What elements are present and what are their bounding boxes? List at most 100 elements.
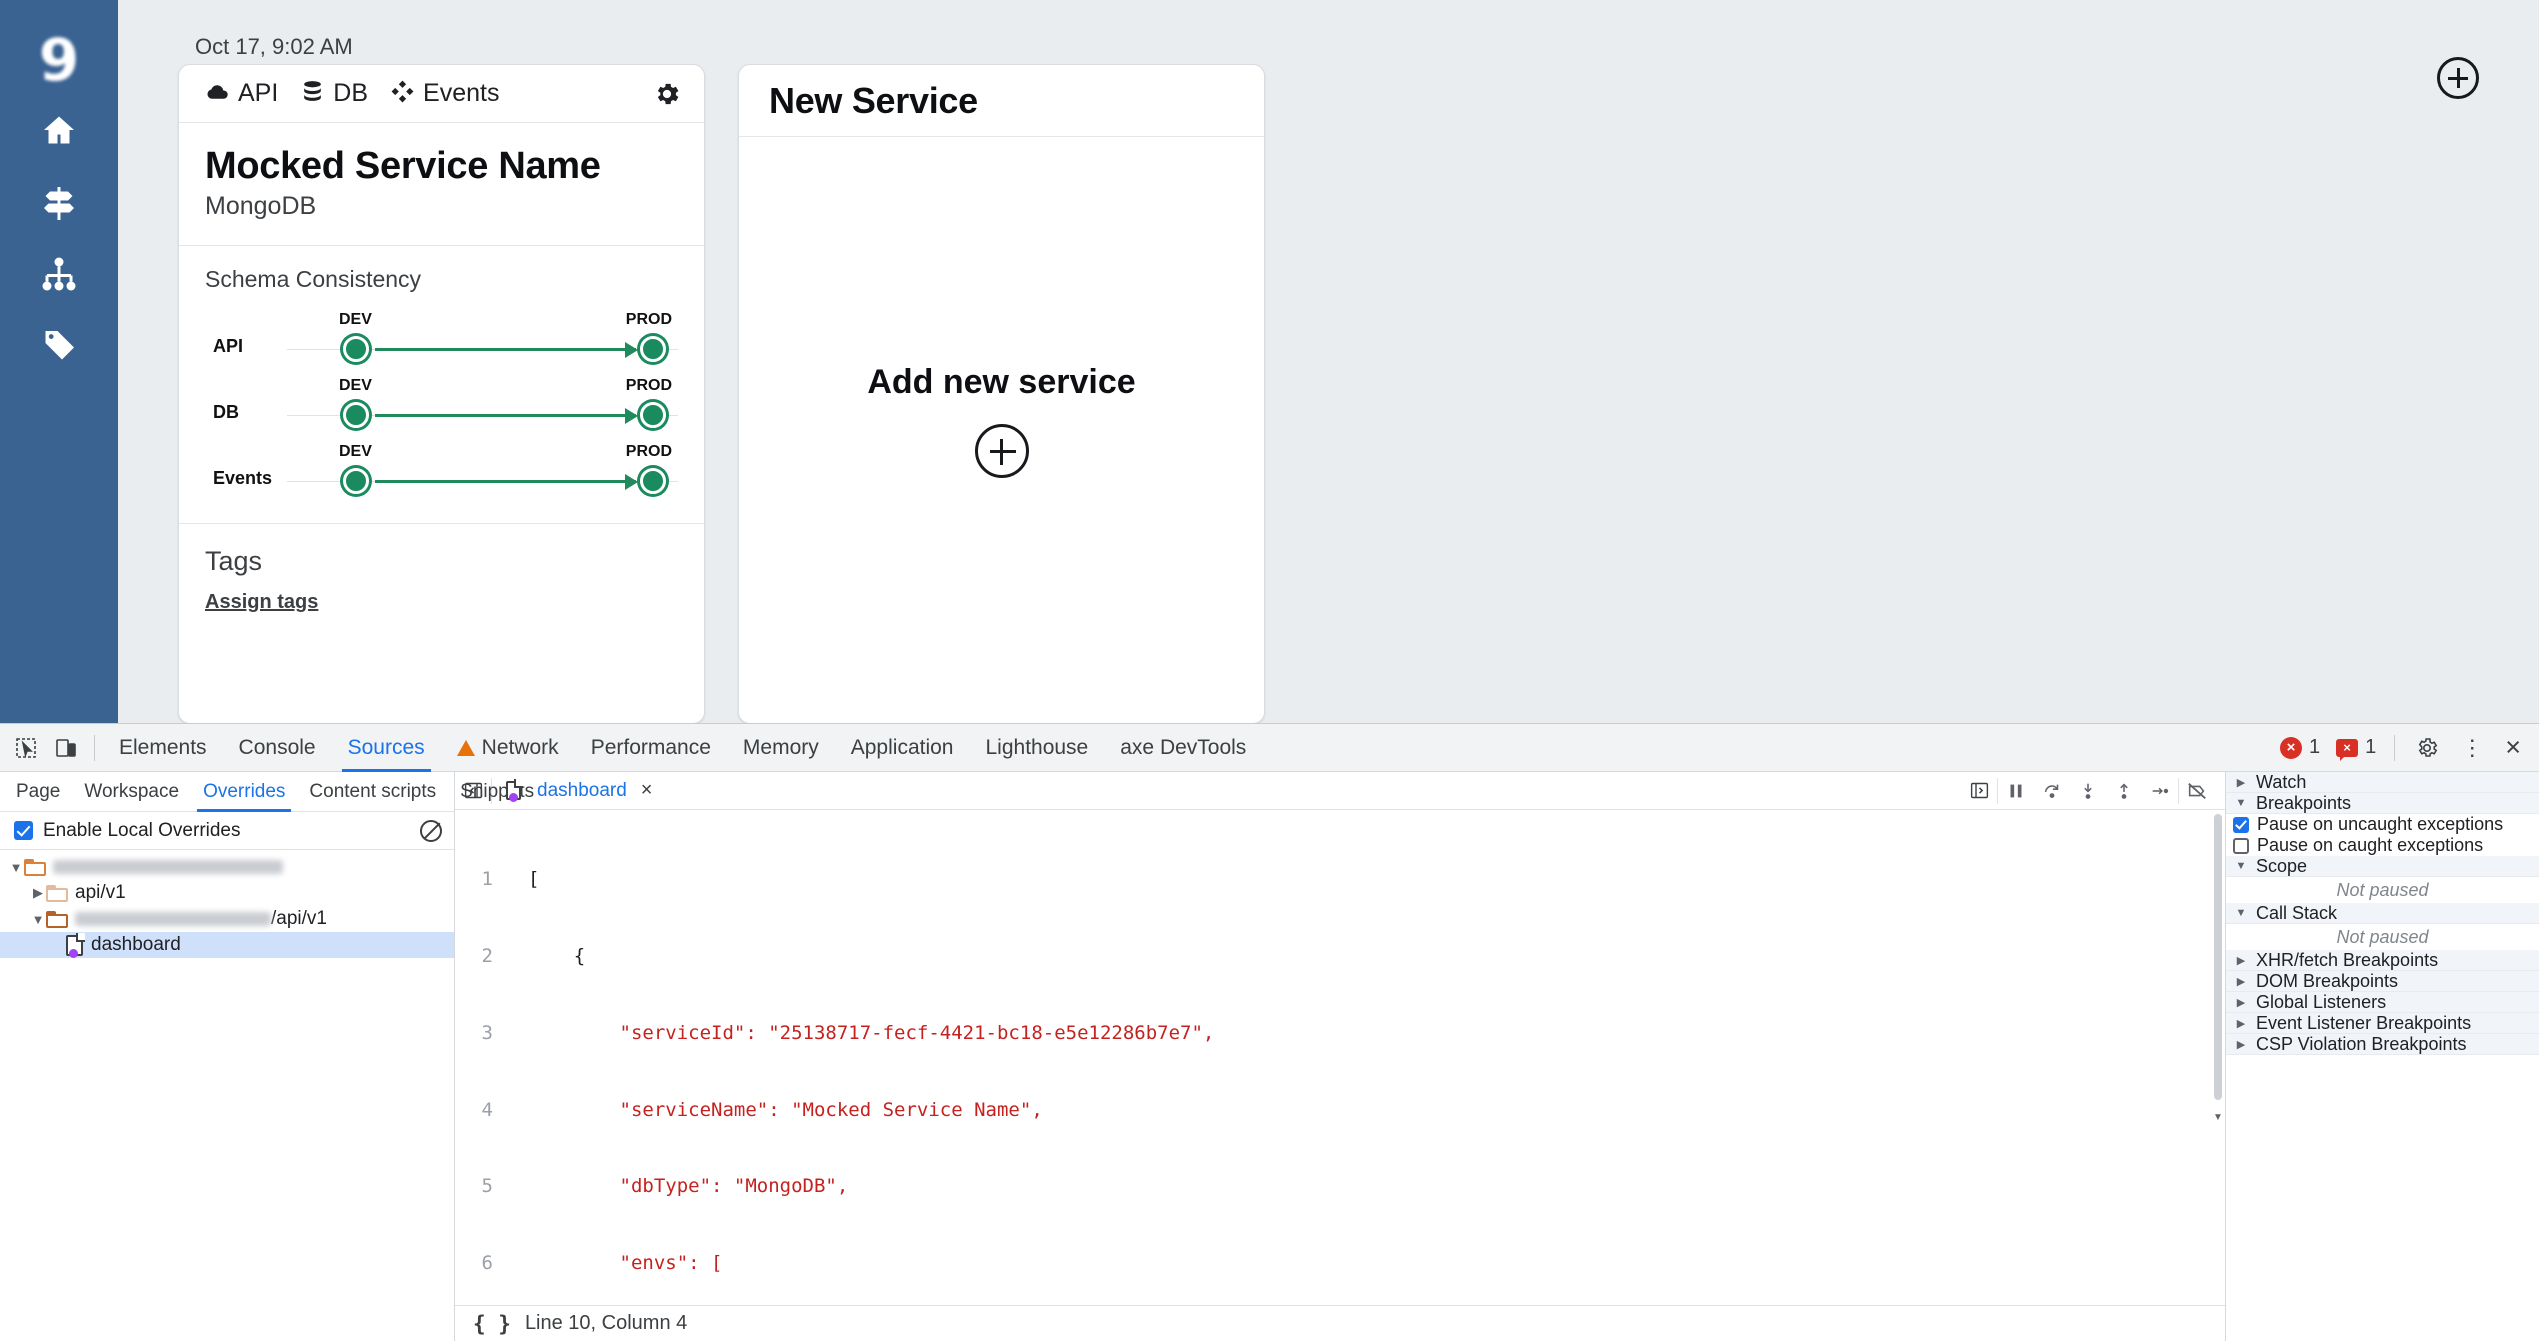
issue-icon: ×	[2336, 738, 2359, 761]
section-scope[interactable]: ▼ Scope	[2226, 856, 2539, 877]
pause-on-uncaught-exceptions-checkbox[interactable]	[2233, 816, 2249, 833]
tab-axe-devtools[interactable]: axe DevTools	[1104, 724, 1262, 772]
consistency-node-prod[interactable]	[640, 402, 666, 428]
pause-on-caught-exceptions-row[interactable]: Pause on caught exceptions	[2226, 835, 2539, 856]
line-number: 2	[481, 944, 493, 967]
step-into-icon[interactable]	[2070, 772, 2106, 810]
tree-node-root-folder[interactable]: ▼	[0, 854, 454, 880]
chevron-down-icon: ▼	[2235, 860, 2247, 872]
tab-elements[interactable]: Elements	[103, 724, 223, 772]
deactivate-breakpoints-icon[interactable]	[2179, 772, 2215, 810]
step-icon[interactable]	[2142, 772, 2178, 810]
issue-count-badge[interactable]: × 1	[2330, 736, 2382, 761]
section-watch[interactable]: ▶ Watch	[2226, 772, 2539, 793]
tab-memory[interactable]: Memory	[727, 724, 835, 772]
database-icon	[300, 79, 325, 109]
pause-on-caught-exceptions-checkbox[interactable]	[2233, 837, 2249, 854]
nav-tab-label: Overrides	[203, 780, 286, 802]
chip-db[interactable]: DB	[300, 79, 368, 109]
nav-tab-page[interactable]: Page	[4, 772, 72, 812]
tree-node-dashboard-file[interactable]: dashboard	[0, 932, 454, 958]
line-text: "serviceId": "25138717-fecf-4421-bc18-e5…	[528, 1021, 1215, 1044]
line-text: {	[528, 944, 586, 967]
chevron-down-icon[interactable]: ▼	[8, 860, 24, 875]
events-icon	[390, 79, 415, 109]
add-new-service-cta[interactable]: Add new service	[739, 363, 1264, 478]
line-text: "serviceName": "Mocked Service Name",	[528, 1098, 1043, 1121]
tree-node-label: dashboard	[91, 934, 181, 955]
section-global-listeners[interactable]: ▶ Global Listeners	[2226, 992, 2539, 1013]
code-line: 1[	[455, 867, 2225, 893]
pause-script-execution-icon[interactable]	[1998, 772, 2034, 810]
section-breakpoints[interactable]: ▼ Breakpoints	[2226, 793, 2539, 814]
tab-label: Elements	[119, 735, 207, 759]
gear-icon[interactable]	[2407, 728, 2447, 768]
step-over-icon[interactable]	[2034, 772, 2070, 810]
tab-label: Memory	[742, 735, 819, 759]
tab-lighthouse[interactable]: Lighthouse	[969, 724, 1104, 772]
kebab-menu-icon[interactable]: ⋮	[2451, 735, 2493, 761]
section-label: Watch	[2256, 772, 2307, 792]
consistency-node-dev[interactable]	[343, 402, 369, 428]
pause-on-uncaught-exceptions-row[interactable]: Pause on uncaught exceptions	[2226, 814, 2539, 835]
scroll-down-icon[interactable]: ▼	[2213, 1112, 2223, 1124]
section-call-stack[interactable]: ▼ Call Stack	[2226, 903, 2539, 924]
show-debugger-sidebar-icon[interactable]	[1961, 772, 1997, 810]
section-label: Breakpoints	[2256, 792, 2352, 813]
sidebar-item-home[interactable]	[0, 96, 118, 168]
tab-sources[interactable]: Sources	[332, 724, 441, 772]
consistency-node-prod[interactable]	[640, 468, 666, 494]
chevron-right-icon[interactable]: ▶	[30, 885, 46, 901]
step-out-icon[interactable]	[2106, 772, 2142, 810]
scrollbar-thumb[interactable]	[2214, 814, 2222, 1100]
redacted-folder-name	[75, 912, 271, 926]
error-count-badge[interactable]: × 1	[2274, 736, 2326, 759]
sidebar-item-signpost[interactable]	[0, 168, 118, 240]
tab-console[interactable]: Console	[223, 724, 332, 772]
enable-local-overrides-row[interactable]: Enable Local Overrides	[0, 812, 454, 850]
consistency-node-dev[interactable]	[343, 468, 369, 494]
home-icon	[41, 112, 77, 153]
tab-application[interactable]: Application	[835, 724, 970, 772]
application-canvas: Oct 17, 9:02 AM API DB Events Mocked Ser…	[118, 0, 2539, 723]
schema-consistency-section: Schema Consistency API DEV PROD DB DEV P…	[179, 246, 704, 524]
consistency-node-prod[interactable]	[640, 336, 666, 362]
add-service-fab[interactable]	[2437, 57, 2479, 99]
assign-tags-link[interactable]: Assign tags	[205, 591, 318, 613]
enable-local-overrides-checkbox[interactable]	[14, 821, 33, 840]
toolbar-divider	[2394, 734, 2396, 761]
clear-overrides-icon[interactable]	[420, 819, 442, 842]
nav-tab-label: Snippets	[460, 780, 535, 802]
pause-on-caught-exceptions-label: Pause on caught exceptions	[2257, 835, 2484, 855]
gear-icon[interactable]	[652, 79, 682, 109]
sidebar-item-hierarchy[interactable]	[0, 240, 118, 312]
tree-node-origin-api-v1-folder[interactable]: ▼ /api/v1	[0, 906, 454, 932]
inspect-element-icon[interactable]	[6, 728, 46, 768]
tree-node-api-v1-folder[interactable]: ▶ api/v1	[0, 880, 454, 906]
close-icon[interactable]: ×	[641, 779, 653, 802]
sidebar-item-tags[interactable]	[0, 312, 118, 384]
signpost-icon	[41, 184, 77, 225]
tab-network[interactable]: Network	[441, 724, 575, 772]
pretty-print-icon[interactable]: { }	[473, 1312, 511, 1336]
code-editor[interactable]: 1[ 2 { 3 "serviceId": "25138717-fecf-442…	[455, 810, 2225, 1305]
chip-api[interactable]: API	[205, 79, 278, 109]
section-event-listener-breakpoints[interactable]: ▶ Event Listener Breakpoints	[2226, 1013, 2539, 1034]
plus-circle-icon[interactable]	[974, 424, 1029, 478]
chip-events[interactable]: Events	[390, 79, 499, 109]
close-icon[interactable]: ×	[2497, 734, 2529, 761]
consistency-node-dev[interactable]	[343, 336, 369, 362]
nav-tab-workspace[interactable]: Workspace	[72, 772, 191, 812]
nav-tab-snippets[interactable]: Snippets	[448, 772, 546, 812]
device-toolbar-icon[interactable]	[46, 728, 86, 768]
section-dom-breakpoints[interactable]: ▶ DOM Breakpoints	[2226, 971, 2539, 992]
tab-performance[interactable]: Performance	[575, 724, 727, 772]
editor-scrollbar[interactable]: ▲ ▼	[2213, 810, 2223, 1123]
nav-tab-content-scripts[interactable]: Content scripts	[297, 772, 448, 812]
chevron-down-icon[interactable]: ▼	[30, 912, 46, 927]
new-service-card: New Service Add new service	[738, 64, 1265, 723]
env-label-prod: PROD	[625, 377, 672, 394]
section-csp-violation-breakpoints[interactable]: ▶ CSP Violation Breakpoints	[2226, 1034, 2539, 1055]
nav-tab-overrides[interactable]: Overrides	[191, 772, 297, 812]
section-xhr-fetch-breakpoints[interactable]: ▶ XHR/fetch Breakpoints	[2226, 950, 2539, 971]
